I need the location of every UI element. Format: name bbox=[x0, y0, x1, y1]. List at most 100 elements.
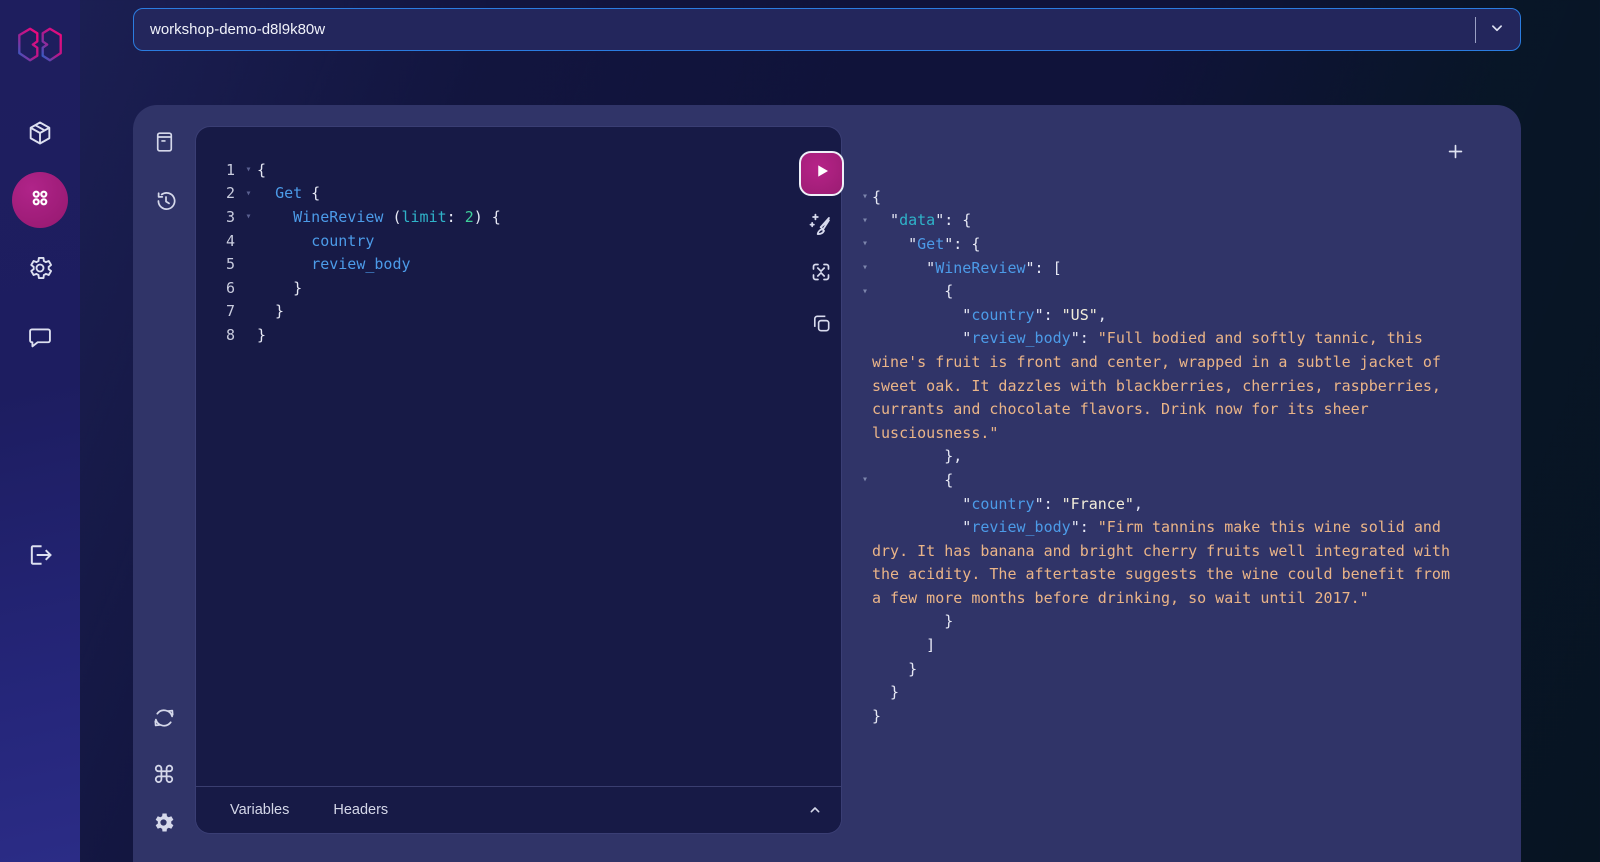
response-line: "country": "US", bbox=[845, 303, 1521, 327]
code-text: a few more months before drinking, so wa… bbox=[872, 588, 1369, 607]
line-number: 5 bbox=[225, 255, 235, 274]
code-text: } bbox=[872, 659, 918, 678]
code-text: WineReview (limit: 2) { bbox=[293, 207, 501, 226]
response-line: }, bbox=[845, 445, 1521, 469]
query-line: 4 country bbox=[196, 229, 841, 253]
execute-query-button[interactable] bbox=[799, 151, 844, 196]
code-text: "country": "France", bbox=[872, 494, 1143, 513]
query-line: 7 } bbox=[196, 300, 841, 324]
code-text: lusciousness." bbox=[872, 423, 999, 442]
add-tab-button[interactable] bbox=[1446, 142, 1465, 166]
response-line: wine's fruit is front and center, wrappe… bbox=[845, 350, 1521, 374]
query-editor[interactable]: 1 ▾{2 ▾ Get {3 ▾ WineReview (limit: 2) {4 c… bbox=[196, 127, 841, 833]
refetch-schema-button[interactable] bbox=[151, 705, 177, 731]
code-text: sweet oak. It dazzles with blackberries,… bbox=[872, 376, 1441, 395]
response-line: ▾ { bbox=[845, 468, 1521, 492]
query-line: 6 } bbox=[196, 276, 841, 300]
query-line: 3 ▾ WineReview (limit: 2) { bbox=[196, 205, 841, 229]
merge-fragments-button[interactable] bbox=[809, 260, 833, 284]
code-text: "review_body": "Firm tannins make this w… bbox=[872, 518, 1441, 537]
code-text: { bbox=[872, 470, 954, 489]
sidebar bbox=[0, 0, 80, 862]
response-line: ▾ "WineReview": [ bbox=[845, 256, 1521, 280]
line-number: 7 bbox=[225, 302, 235, 321]
apps-grid-icon bbox=[27, 185, 53, 216]
code-text: } bbox=[872, 612, 954, 631]
code-text: } bbox=[257, 278, 303, 297]
code-text: "WineReview": [ bbox=[872, 258, 1062, 277]
fold-caret-icon[interactable]: ▾ bbox=[240, 211, 257, 222]
logout-icon bbox=[26, 541, 54, 569]
cluster-dropdown[interactable]: workshop-demo-d8l9k80w bbox=[133, 8, 1521, 51]
response-line: } bbox=[845, 610, 1521, 634]
code-text: "data": { bbox=[872, 211, 972, 230]
copy-query-button[interactable] bbox=[810, 312, 833, 335]
response-line: "review_body": "Firm tannins make this w… bbox=[845, 515, 1521, 539]
query-line: 5 review_body bbox=[196, 252, 841, 276]
code-text: } bbox=[872, 706, 882, 725]
sidebar-item-collections[interactable] bbox=[26, 119, 54, 147]
code-text: "Get": { bbox=[872, 234, 981, 253]
code-text: { bbox=[872, 187, 882, 206]
response-line: ▾ "data": { bbox=[845, 209, 1521, 233]
chevron-down-icon bbox=[1488, 19, 1506, 41]
code-text: Get { bbox=[275, 184, 321, 203]
fold-caret-icon[interactable]: ▾ bbox=[240, 188, 257, 199]
copy-icon bbox=[810, 312, 833, 335]
history-button[interactable] bbox=[153, 188, 179, 214]
response-line: the acidity. The aftertaste suggests the… bbox=[845, 563, 1521, 587]
prettify-sparkle-icon bbox=[807, 211, 834, 238]
query-line: 1 ▾{ bbox=[196, 158, 841, 182]
docs-button[interactable] bbox=[152, 129, 177, 155]
code-text: } bbox=[257, 302, 285, 321]
response-line: sweet oak. It dazzles with blackberries,… bbox=[845, 374, 1521, 398]
cluster-name: workshop-demo-d8l9k80w bbox=[150, 21, 326, 38]
response-line: dry. It has banana and bright cherry fru… bbox=[845, 539, 1521, 563]
response-line: } bbox=[845, 680, 1521, 704]
fold-caret-icon[interactable]: ▾ bbox=[858, 262, 872, 273]
code-text: "review_body": "Full bodied and softly t… bbox=[872, 329, 1423, 348]
code-text: ] bbox=[872, 636, 936, 655]
merge-icon bbox=[809, 260, 833, 284]
dropdown-divider bbox=[1475, 16, 1476, 43]
response-line: ▾ "Get": { bbox=[845, 232, 1521, 256]
fold-caret-icon[interactable]: ▾ bbox=[858, 286, 872, 297]
code-text: } bbox=[872, 683, 900, 702]
sidebar-item-support[interactable] bbox=[26, 323, 54, 351]
query-line: 8} bbox=[196, 323, 841, 347]
fold-caret-icon[interactable]: ▾ bbox=[858, 191, 872, 202]
fold-caret-icon[interactable]: ▾ bbox=[858, 474, 872, 485]
line-number: 8 bbox=[225, 325, 235, 344]
sidebar-item-settings[interactable] bbox=[26, 254, 54, 282]
fold-caret-icon[interactable]: ▾ bbox=[240, 164, 257, 175]
line-number: 6 bbox=[225, 278, 235, 297]
sidebar-item-apps[interactable] bbox=[12, 172, 68, 228]
fold-caret-icon[interactable]: ▾ bbox=[858, 238, 872, 249]
code-text: review_body bbox=[311, 255, 411, 274]
sidebar-item-logout[interactable] bbox=[26, 541, 54, 569]
response-line: currants and chocolate flavors. Drink no… bbox=[845, 397, 1521, 421]
chevron-up-icon[interactable] bbox=[807, 802, 823, 818]
code-text: { bbox=[872, 282, 954, 301]
tab-variables[interactable]: Variables bbox=[230, 802, 289, 818]
cube-icon bbox=[26, 119, 54, 147]
response-viewer: ▾{▾ "data": {▾ "Get": {▾ "WineReview": [… bbox=[845, 185, 1521, 728]
response-line: a few more months before drinking, so wa… bbox=[845, 586, 1521, 610]
prettify-query-button[interactable] bbox=[807, 211, 834, 238]
editor-settings-button[interactable] bbox=[151, 810, 176, 835]
code-text: { bbox=[257, 160, 267, 179]
response-line: } bbox=[845, 704, 1521, 728]
chat-bubble-icon bbox=[26, 323, 54, 351]
play-icon bbox=[813, 162, 831, 185]
command-icon: ⌘ bbox=[152, 761, 176, 789]
fold-caret-icon[interactable]: ▾ bbox=[858, 215, 872, 226]
response-line: } bbox=[845, 657, 1521, 681]
line-number: 1 bbox=[225, 160, 235, 179]
line-number: 3 bbox=[225, 207, 235, 226]
docs-book-icon bbox=[152, 129, 177, 155]
response-line: "country": "France", bbox=[845, 492, 1521, 516]
code-text: country bbox=[311, 231, 375, 250]
keyboard-shortcuts-button[interactable]: ⌘ bbox=[152, 763, 176, 788]
plus-icon bbox=[1446, 144, 1465, 165]
tab-headers[interactable]: Headers bbox=[333, 802, 388, 818]
